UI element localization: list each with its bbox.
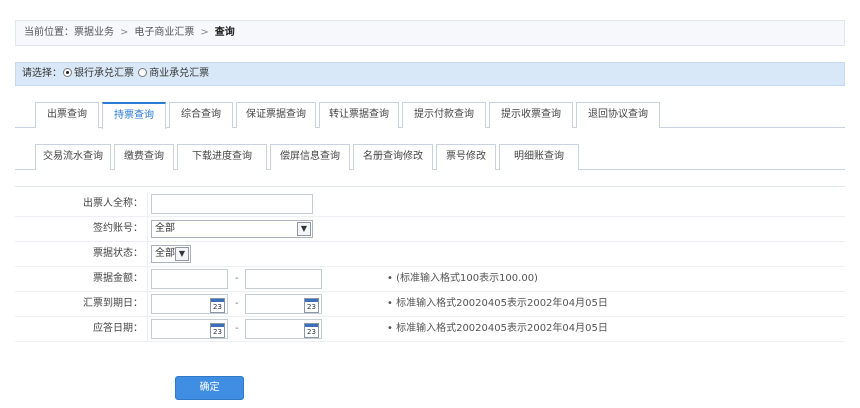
calendar-icon[interactable]: 23: [210, 323, 225, 338]
form-row-status: 票据状态： 全部 ▼: [15, 242, 845, 267]
due-date-hint: • 标准输入格式20020405表示2002年04月05日: [387, 298, 608, 309]
radio-commercial-acceptance[interactable]: [138, 68, 148, 77]
amount-label: 票据金额：: [93, 273, 143, 284]
account-label: 签约账号：: [93, 223, 143, 234]
amount-hint: • (标准输入格式100表示100.00): [387, 273, 538, 284]
tab-download-progress[interactable]: 下载进度查询: [177, 144, 267, 170]
main-tabs: 出票查询 持票查询 综合查询 保证票据查询 转让票据查询 提示付款查询 提示收票…: [15, 100, 845, 129]
tab-bill-number-modify[interactable]: 票号修改: [436, 144, 496, 170]
calendar-icon[interactable]: 23: [210, 298, 225, 313]
account-select[interactable]: 全部 ▼: [151, 220, 313, 238]
answer-date-label: 应答日期：: [93, 323, 143, 334]
breadcrumb-separator: >: [200, 27, 209, 38]
chevron-down-icon: ▼: [175, 247, 189, 261]
due-date-label: 汇票到期日：: [83, 298, 143, 309]
tab-detail-ledger[interactable]: 明细账查询: [499, 144, 579, 170]
calendar-icon[interactable]: 23: [304, 323, 319, 338]
confirm-button[interactable]: 确定: [175, 376, 244, 400]
breadcrumb-item-ecommercial-bill[interactable]: 电子商业汇票: [134, 27, 194, 38]
drawer-name-label: 出票人全称：: [83, 198, 143, 209]
due-date-range-separator: -: [235, 298, 239, 309]
status-select[interactable]: 全部 ▼: [151, 245, 191, 263]
form-row-amount: 票据金额： - • (标准输入格式100表示100.00): [15, 267, 845, 292]
answer-date-hint: • 标准输入格式20020405表示2002年04月05日: [387, 323, 608, 334]
form-row-drawer-name: 出票人全称：: [15, 192, 845, 217]
radio-commercial-acceptance-label[interactable]: 商业承兑汇票: [149, 68, 209, 79]
tab-holding-query[interactable]: 持票查询: [102, 102, 166, 129]
bill-type-label: 请选择：: [22, 68, 62, 79]
tab-payment-prompt-query[interactable]: 提示付款查询: [402, 102, 486, 128]
breadcrumb: 当前位置：票据业务 > 电子商业汇票 > 查询: [15, 20, 845, 46]
breadcrumb-item-bill-business[interactable]: 票据业务: [74, 27, 114, 38]
answer-date-end-input[interactable]: 23: [245, 319, 322, 339]
tab-roster-modify[interactable]: 名册查询修改: [353, 144, 433, 170]
sub-tabs: 交易流水查询 缴费查询 下载进度查询 偿屏信息查询 名册查询修改 票号修改 明细…: [15, 142, 845, 170]
answer-date-start-input[interactable]: 23: [151, 319, 228, 339]
breadcrumb-item-current: 查询: [214, 27, 235, 38]
tab-comprehensive-query[interactable]: 综合查询: [169, 102, 233, 128]
breadcrumb-separator: >: [120, 27, 129, 38]
radio-bank-acceptance-label[interactable]: 银行承兑汇票: [74, 68, 134, 79]
calendar-icon[interactable]: 23: [304, 298, 319, 313]
amount-max-input[interactable]: [245, 269, 322, 289]
amount-min-input[interactable]: [151, 269, 228, 289]
form-row-account: 签约账号： 全部 ▼: [15, 217, 845, 242]
form-row-due-date: 汇票到期日： 23 - 23 • 标准输入格式20020405表示2002年04…: [15, 292, 845, 317]
answer-date-range-separator: -: [235, 323, 239, 334]
chevron-down-icon: ▼: [297, 222, 311, 236]
status-select-value: 全部: [155, 248, 175, 259]
drawer-name-input[interactable]: [151, 194, 313, 214]
tab-issue-query[interactable]: 出票查询: [35, 102, 99, 128]
status-label: 票据状态：: [93, 248, 143, 259]
due-date-start-input[interactable]: 23: [151, 294, 228, 314]
due-date-end-input[interactable]: 23: [245, 294, 322, 314]
tab-guarantee-query[interactable]: 保证票据查询: [236, 102, 316, 128]
radio-bank-acceptance[interactable]: [63, 68, 72, 77]
account-select-value: 全部: [155, 223, 175, 234]
amount-range-separator: -: [235, 273, 239, 284]
tab-transaction-flow[interactable]: 交易流水查询: [35, 144, 111, 170]
tab-screen-info-query[interactable]: 偿屏信息查询: [270, 144, 350, 170]
breadcrumb-prefix: 当前位置：: [24, 27, 74, 38]
tab-fee-query[interactable]: 缴费查询: [114, 144, 174, 170]
tab-receipt-prompt-query[interactable]: 提示收票查询: [489, 102, 573, 128]
tab-return-agreement-query[interactable]: 退回协议查询: [576, 102, 660, 128]
query-form: 出票人全称： 签约账号： 全部 ▼ 票据状态： 全部 ▼ 票据金额： - • (…: [15, 186, 845, 342]
bill-type-selector: 请选择： 银行承兑汇票 商业承兑汇票: [15, 62, 845, 86]
tab-transfer-query[interactable]: 转让票据查询: [319, 102, 399, 128]
form-row-answer-date: 应答日期： 23 - 23 • 标准输入格式20020405表示2002年04月…: [15, 317, 845, 342]
